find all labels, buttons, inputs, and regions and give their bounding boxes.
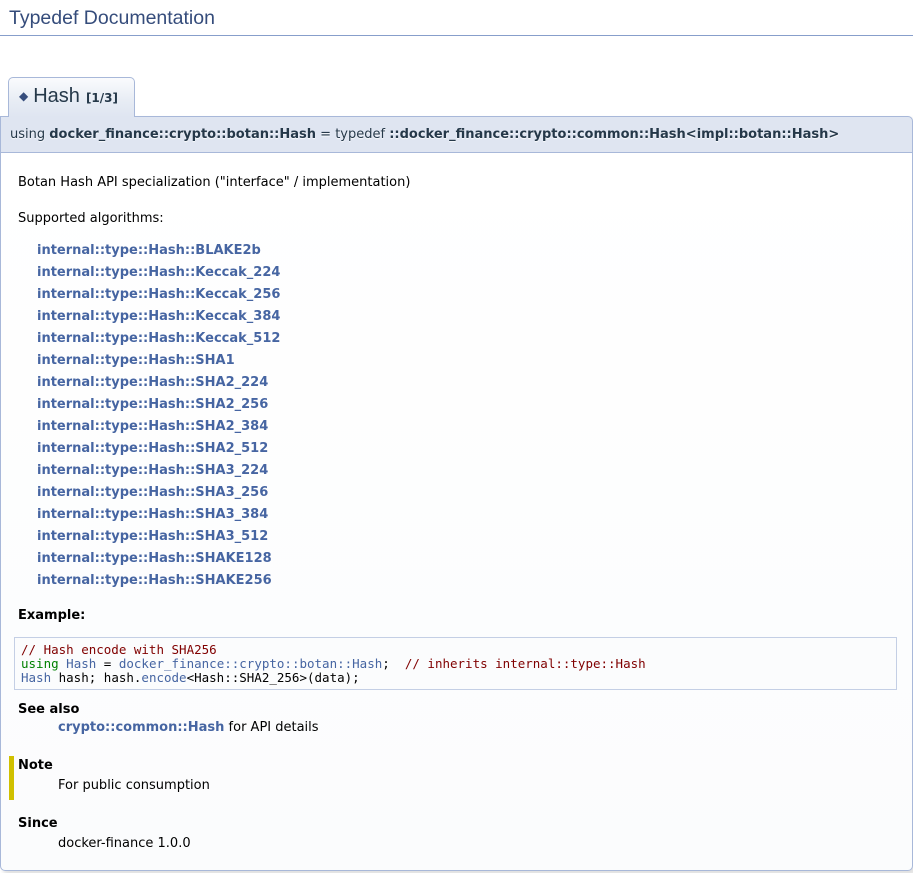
code-link-encode[interactable]: encode — [141, 670, 186, 685]
list-item: internal::type::Hash::SHA3_384 — [37, 504, 897, 526]
list-item: internal::type::Hash::SHA2_256 — [37, 394, 897, 416]
note-text: For public consumption — [58, 778, 897, 794]
code-line: // Hash encode with SHA256 — [21, 643, 890, 657]
algorithm-link[interactable]: internal::type::Hash::BLAKE2b — [37, 243, 261, 258]
since-text: docker-finance 1.0.0 — [58, 836, 897, 852]
list-item: internal::type::Hash::SHA2_512 — [37, 438, 897, 460]
algorithm-link[interactable]: internal::type::Hash::SHA1 — [37, 353, 235, 368]
member-name: Hash — [33, 85, 80, 107]
description-text: Botan Hash API specialization ("interfac… — [18, 175, 897, 191]
list-item: internal::type::Hash::SHA3_512 — [37, 526, 897, 548]
algorithm-link[interactable]: internal::type::Hash::Keccak_224 — [37, 265, 280, 280]
list-item: internal::type::Hash::Keccak_384 — [37, 306, 897, 328]
algorithm-link[interactable]: internal::type::Hash::Keccak_256 — [37, 287, 280, 302]
proto-typedef-name: docker_finance::crypto::botan::Hash — [49, 127, 316, 142]
code-link-hash[interactable]: Hash — [21, 670, 51, 685]
member-title-tab: ◆ Hash [1/3] — [8, 77, 135, 117]
code-link-hash[interactable]: Hash — [66, 656, 96, 671]
supported-algorithms-label: Supported algorithms: — [18, 211, 897, 227]
overload-count-badge: [1/3] — [86, 91, 118, 105]
code-comment: // inherits internal::type::Hash — [405, 656, 646, 671]
algorithm-link[interactable]: internal::type::Hash::SHA3_512 — [37, 529, 268, 544]
code-line: using Hash = docker_finance::crypto::bot… — [21, 657, 890, 671]
list-item: internal::type::Hash::Keccak_512 — [37, 328, 897, 350]
crypto-common-hash-link[interactable]: crypto::common::Hash — [58, 720, 224, 735]
member-documentation: Botan Hash API specialization ("interfac… — [0, 153, 913, 871]
code-link-botan-hash[interactable]: docker_finance::crypto::botan::Hash — [119, 656, 382, 671]
algorithm-link[interactable]: internal::type::Hash::SHA2_224 — [37, 375, 268, 390]
since-label: Since — [18, 816, 897, 832]
list-item: internal::type::Hash::SHA2_384 — [37, 416, 897, 438]
list-item: internal::type::Hash::Keccak_224 — [37, 262, 897, 284]
code-plain: hash; hash. — [51, 670, 141, 685]
example-label: Example: — [18, 608, 897, 624]
algorithm-link[interactable]: internal::type::Hash::SHA2_384 — [37, 419, 268, 434]
algorithm-link[interactable]: internal::type::Hash::SHAKE256 — [37, 573, 272, 588]
algorithm-link[interactable]: internal::type::Hash::SHA3_384 — [37, 507, 268, 522]
algorithm-link[interactable]: internal::type::Hash::SHA2_512 — [37, 441, 268, 456]
see-also-content: crypto::common::Hash for API details — [58, 720, 897, 736]
proto-target-type: ::docker_finance::crypto::common::Hash<i… — [389, 127, 839, 142]
code-plain: <Hash::SHA2_256>(data); — [187, 670, 360, 685]
code-fragment: // Hash encode with SHA256 using Hash = … — [14, 637, 897, 690]
proto-keyword: using — [10, 127, 49, 142]
code-plain: = — [96, 656, 119, 671]
note-label: Note — [18, 758, 897, 774]
code-keyword-using: using — [21, 656, 59, 671]
section-heading: Typedef Documentation — [0, 0, 913, 36]
member-prototype: using docker_finance::crypto::botan::Has… — [0, 116, 913, 153]
list-item: internal::type::Hash::SHA2_224 — [37, 372, 897, 394]
proto-equals-typedef: = typedef — [316, 127, 389, 142]
algorithm-list: internal::type::Hash::BLAKE2b internal::… — [37, 240, 897, 592]
algorithm-link[interactable]: internal::type::Hash::Keccak_512 — [37, 331, 280, 346]
algorithm-link[interactable]: internal::type::Hash::Keccak_384 — [37, 309, 280, 324]
code-line: Hash hash; hash.encode<Hash::SHA2_256>(d… — [21, 671, 890, 685]
algorithm-link[interactable]: internal::type::Hash::SHA2_256 — [37, 397, 268, 412]
typedef-member-hash: ◆Hash[1/3] using docker_finance::crypto:… — [0, 77, 913, 871]
algorithm-link[interactable]: internal::type::Hash::SHAKE128 — [37, 551, 272, 566]
list-item: internal::type::Hash::SHA3_224 — [37, 460, 897, 482]
list-item: internal::type::Hash::SHAKE256 — [37, 570, 897, 592]
anchor-diamond-icon[interactable]: ◆ — [19, 89, 28, 103]
algorithm-link[interactable]: internal::type::Hash::SHA3_256 — [37, 485, 268, 500]
see-also-section: See also crypto::common::Hash for API de… — [18, 702, 897, 736]
list-item: internal::type::Hash::Keccak_256 — [37, 284, 897, 306]
note-section: Note For public consumption — [9, 756, 897, 800]
since-section: Since docker-finance 1.0.0 — [18, 816, 897, 852]
code-plain: ; — [382, 656, 405, 671]
list-item: internal::type::Hash::SHA3_256 — [37, 482, 897, 504]
code-comment: // Hash encode with SHA256 — [21, 642, 217, 657]
list-item: internal::type::Hash::SHA1 — [37, 350, 897, 372]
list-item: internal::type::Hash::SHAKE128 — [37, 548, 897, 570]
see-also-suffix: for API details — [224, 720, 318, 735]
see-also-label: See also — [18, 702, 897, 718]
list-item: internal::type::Hash::BLAKE2b — [37, 240, 897, 262]
algorithm-link[interactable]: internal::type::Hash::SHA3_224 — [37, 463, 268, 478]
